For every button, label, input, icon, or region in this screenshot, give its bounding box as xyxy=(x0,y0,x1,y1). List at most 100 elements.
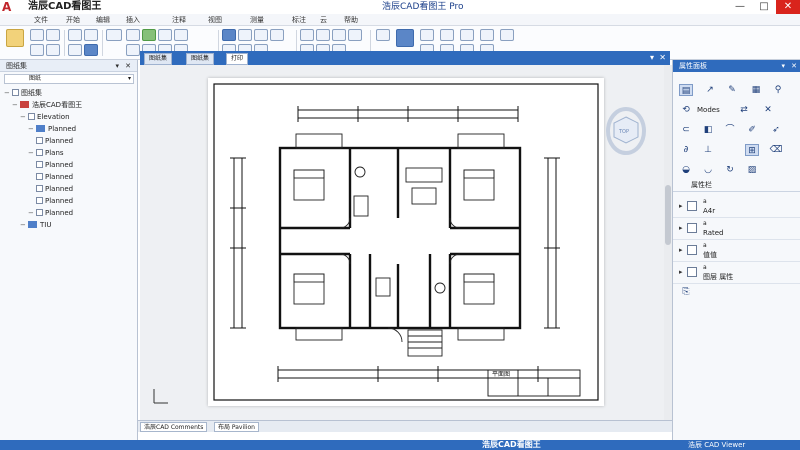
share-icon[interactable] xyxy=(420,29,434,41)
tree-toggle-icon[interactable]: − xyxy=(28,208,36,219)
tree-item[interactable]: Planned xyxy=(28,184,73,195)
select-icon[interactable] xyxy=(84,44,98,56)
insert-icon[interactable] xyxy=(238,29,252,41)
curve-icon[interactable]: ⌒ xyxy=(723,124,737,136)
filter-icon[interactable]: ⚲ xyxy=(771,84,785,96)
undo-icon[interactable] xyxy=(30,44,44,56)
cloud-icon[interactable] xyxy=(396,29,414,47)
tree-item[interactable]: Planned xyxy=(28,160,73,171)
tree-item[interactable]: Planned xyxy=(28,136,73,147)
scrollbar-thumb[interactable] xyxy=(665,185,671,245)
menu-view[interactable]: 视图 xyxy=(208,14,222,26)
line-icon[interactable] xyxy=(126,44,140,56)
attach-icon[interactable]: ⎘ xyxy=(679,286,693,298)
menu-annotate[interactable]: 注释 xyxy=(172,14,186,26)
angle-icon[interactable] xyxy=(348,29,362,41)
copy-icon[interactable] xyxy=(84,29,98,41)
expand-arrow-icon[interactable]: ▸ xyxy=(679,268,683,276)
measure-icon[interactable] xyxy=(158,29,172,41)
brush-icon[interactable]: ✎ xyxy=(725,84,739,96)
menu-dimension[interactable]: 标注 xyxy=(292,14,306,26)
cross-icon[interactable]: ✕ xyxy=(761,104,775,116)
tab-strip-close-icon[interactable]: ✕ xyxy=(659,52,666,64)
panel-close-icon[interactable]: ✕ xyxy=(125,60,131,72)
tree-item[interactable]: − 浩辰CAD看图王 xyxy=(12,100,82,111)
drawing-viewport[interactable]: 平面图 TOP xyxy=(140,65,670,420)
menu-help[interactable]: 帮助 xyxy=(344,14,358,26)
distance-icon[interactable] xyxy=(332,29,346,41)
tab-model[interactable]: 浩辰CAD Comments xyxy=(140,422,208,432)
properties-close-icon[interactable]: ✕ xyxy=(791,60,797,72)
tree-item[interactable]: − Planned xyxy=(28,124,76,135)
tree-item[interactable]: − Planned xyxy=(28,208,73,219)
tab-layout[interactable]: 布局 Pavilion xyxy=(214,422,259,432)
paste-icon[interactable] xyxy=(68,44,82,56)
menu-home[interactable]: 开始 xyxy=(66,14,80,26)
settings-icon[interactable] xyxy=(480,29,494,41)
tree-item[interactable]: − Elevation xyxy=(20,112,70,123)
property-row[interactable]: ▸ a A4r xyxy=(673,196,800,218)
pan-icon[interactable] xyxy=(106,29,122,41)
pattern-icon[interactable]: ▨ xyxy=(745,164,759,176)
tab-document-1[interactable]: 图纸集 xyxy=(144,53,173,65)
expand-arrow-icon[interactable]: ▸ xyxy=(679,246,683,254)
tree-toggle-icon[interactable]: − xyxy=(20,112,28,123)
convert-icon[interactable] xyxy=(460,29,474,41)
link-icon[interactable]: ⊂ xyxy=(679,124,693,136)
tree-item[interactable]: Planned xyxy=(28,172,73,183)
export-icon[interactable] xyxy=(440,29,454,41)
align-icon[interactable]: ⊥ xyxy=(701,144,715,156)
tree-toggle-icon[interactable]: − xyxy=(28,148,36,159)
maximize-button[interactable]: □ xyxy=(752,0,776,14)
xref-icon[interactable] xyxy=(270,29,284,41)
cloud-upload-icon[interactable] xyxy=(376,29,390,41)
property-row[interactable]: ▸ a 值值 xyxy=(673,240,800,262)
expand-arrow-icon[interactable]: ▸ xyxy=(679,224,683,232)
layer-icon[interactable] xyxy=(142,29,156,41)
mirror-icon[interactable]: ⇄ xyxy=(737,104,751,116)
menu-file[interactable]: 文件 xyxy=(34,14,48,26)
cut-icon[interactable] xyxy=(68,29,82,41)
scale-icon[interactable]: ◧ xyxy=(701,124,715,136)
close-button[interactable]: ✕ xyxy=(776,0,800,14)
snap-mode-icon[interactable]: ⊞ xyxy=(745,144,759,156)
sync-icon[interactable]: ↻ xyxy=(723,164,737,176)
panel-pin-icon[interactable]: ▾ xyxy=(115,60,119,72)
image-icon[interactable]: ▦ xyxy=(749,84,763,96)
pencil-icon[interactable]: ✐ xyxy=(745,124,759,136)
vertical-scrollbar[interactable] xyxy=(664,65,672,420)
tab-strip-pin-icon[interactable]: ▾ xyxy=(650,52,654,64)
app-logo-icon[interactable]: A xyxy=(2,0,16,14)
sheet-combo[interactable]: 图纸 ▾ xyxy=(4,74,134,84)
open-file-icon[interactable] xyxy=(6,29,24,47)
fill-icon[interactable]: ◒ xyxy=(679,164,693,176)
rotate-icon[interactable]: ⟲ xyxy=(679,104,693,116)
property-row[interactable]: ▸ a 图层 属性 xyxy=(673,262,800,284)
menu-insert[interactable]: 插入 xyxy=(126,14,140,26)
tree-item[interactable]: − 图纸集 xyxy=(4,88,42,99)
attribute-icon[interactable] xyxy=(254,29,268,41)
zoom-icon[interactable] xyxy=(126,29,140,41)
compare-icon[interactable] xyxy=(300,29,314,41)
text-icon[interactable] xyxy=(174,29,188,41)
tree-item[interactable]: − TIU xyxy=(20,220,51,231)
menu-edit[interactable]: 编辑 xyxy=(96,14,110,26)
text-style-icon[interactable]: ∂ xyxy=(679,144,693,156)
draw-icon[interactable]: ↗ xyxy=(703,84,717,96)
tree-item[interactable]: − Plans xyxy=(28,148,64,159)
combo-arrow-icon[interactable]: ▾ xyxy=(128,75,131,83)
expand-arrow-icon[interactable]: ▸ xyxy=(679,202,683,210)
properties-pin-icon[interactable]: ▾ xyxy=(781,60,785,72)
tree-toggle-icon[interactable]: − xyxy=(28,124,36,135)
area-icon[interactable] xyxy=(316,29,330,41)
save-icon[interactable] xyxy=(30,29,44,41)
tab-document-active[interactable]: 打印 xyxy=(226,53,249,65)
tree-toggle-icon[interactable]: − xyxy=(20,220,28,231)
menu-cloud[interactable]: 云 xyxy=(320,14,327,26)
cup-icon[interactable]: ◡ xyxy=(701,164,715,176)
erase-icon[interactable]: ⌫ xyxy=(769,144,783,156)
arrow-icon[interactable]: ➶ xyxy=(769,124,783,136)
minimize-button[interactable]: — xyxy=(728,0,752,14)
properties-icon[interactable]: ▤ xyxy=(679,84,693,96)
redo-icon[interactable] xyxy=(46,44,60,56)
